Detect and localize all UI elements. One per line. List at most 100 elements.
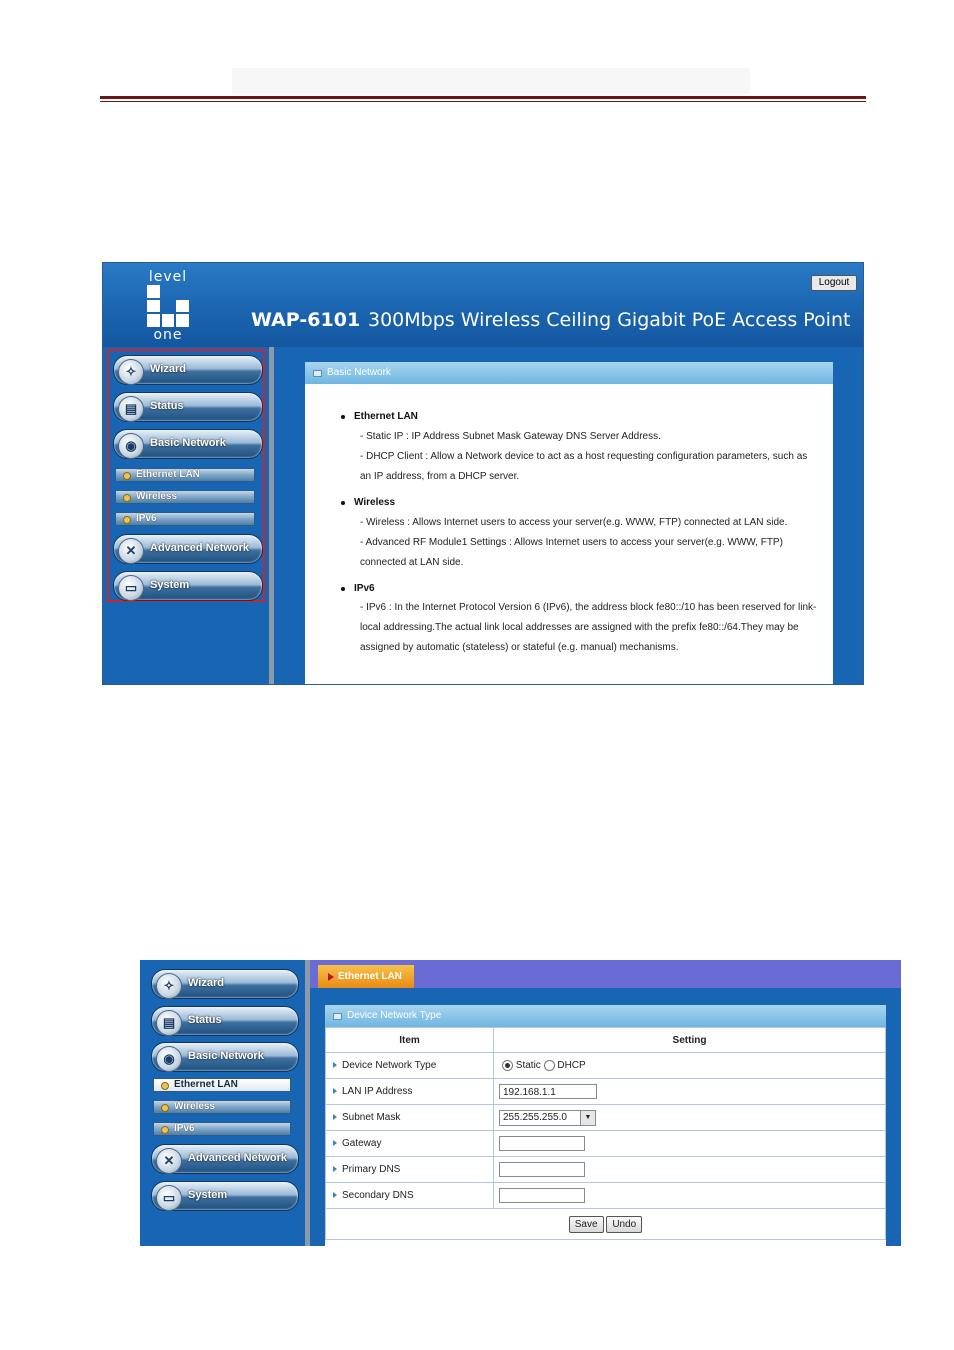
- section-line: assigned by automatic (stateless) or sta…: [360, 642, 679, 653]
- row-label: Secondary DNS: [325, 1182, 494, 1209]
- row-setting: [493, 1182, 886, 1209]
- row-label-text: Primary DNS: [342, 1164, 401, 1175]
- gateway-input[interactable]: [499, 1136, 585, 1151]
- panel-title: Device Network Type: [325, 1005, 886, 1027]
- product-tagline: 300Mbps Wireless Ceiling Gigabit PoE Acc…: [368, 309, 851, 331]
- bullet-icon: [161, 1104, 169, 1112]
- subnav-wireless[interactable]: Wireless: [153, 1100, 291, 1114]
- undo-button[interactable]: Undo: [606, 1215, 643, 1233]
- static-radio[interactable]: [502, 1059, 513, 1071]
- panel-title-text: Device Network Type: [347, 1010, 442, 1021]
- main-content: Basic Network Ethernet LAN - Static IP :…: [274, 347, 863, 684]
- nav-status[interactable]: ▤ Status: [151, 1006, 299, 1036]
- section-line: - Advanced RF Module1 Settings : Allows …: [360, 537, 783, 548]
- section-heading: IPv6: [354, 583, 375, 594]
- subnet-mask-select[interactable]: 255.255.255.0 ▼: [499, 1109, 596, 1126]
- table-row: Save Undo: [325, 1208, 886, 1240]
- logo-text-top: level: [148, 269, 188, 285]
- row-label: Gateway: [325, 1130, 494, 1157]
- basic-network-panel: Basic Network Ethernet LAN - Static IP :…: [305, 362, 833, 684]
- banner: level one WAP-6101 300Mbps Wireless Ceil…: [103, 263, 863, 347]
- section-wireless: Wireless: [341, 497, 396, 508]
- section-line: connected at LAN side.: [360, 557, 464, 568]
- arrow-icon: [333, 1166, 337, 1172]
- sidebar: ✧ Wizard ▤ Status ◉ Basic Network Ethern…: [140, 960, 310, 1246]
- nav-label: Wizard: [188, 977, 224, 989]
- logout-button[interactable]: Logout: [811, 275, 857, 291]
- nav-label: Basic Network: [150, 437, 226, 449]
- globe-icon: ◉: [118, 433, 144, 459]
- subnav-label: Wireless: [174, 1101, 216, 1112]
- section-line: an IP address, from a DHCP server.: [360, 471, 520, 482]
- table-row: Secondary DNS: [325, 1182, 886, 1209]
- sidebar: ✧ Wizard ▤ Status ◉ Basic Network Ethern…: [103, 347, 274, 684]
- save-button[interactable]: Save: [568, 1215, 604, 1233]
- nav-basic-network[interactable]: ◉ Basic Network: [151, 1042, 299, 1072]
- nav-label: Status: [188, 1014, 222, 1026]
- ethernet-lan-screenshot: ✧ Wizard ▤ Status ◉ Basic Network Ethern…: [140, 960, 901, 1246]
- header-rule: [100, 96, 866, 99]
- panel-title-text: Basic Network: [327, 367, 391, 378]
- primary-dns-input[interactable]: [499, 1162, 585, 1177]
- subnav-ethernet-lan[interactable]: Ethernet LAN: [115, 468, 255, 482]
- model-name: WAP-6101: [251, 309, 361, 331]
- subnav-wireless[interactable]: Wireless: [115, 490, 255, 504]
- column-header-item: Item: [325, 1027, 494, 1053]
- subnav-ethernet-lan[interactable]: Ethernet LAN: [153, 1078, 291, 1092]
- chart-icon: ▤: [118, 396, 144, 422]
- section-ethernet-lan: Ethernet LAN: [341, 411, 418, 422]
- section-line: - Wireless : Allows Internet users to ac…: [360, 517, 788, 528]
- nav-advanced-network[interactable]: ✕ Advanced Network: [151, 1144, 299, 1174]
- bullet-icon: [123, 494, 131, 502]
- table-row: Gateway: [325, 1130, 886, 1157]
- section-heading: Wireless: [354, 497, 396, 508]
- lan-ip-input[interactable]: 192.168.1.1: [499, 1084, 597, 1099]
- wand-icon: ✧: [118, 359, 144, 385]
- arrow-icon: [328, 973, 334, 981]
- table-row: Device Network Type Static DHCP: [325, 1052, 886, 1079]
- nav-basic-network[interactable]: ◉ Basic Network: [113, 429, 263, 459]
- bullet-icon: [161, 1082, 169, 1090]
- tools-icon: ✕: [118, 538, 144, 564]
- nav-label: System: [150, 579, 190, 591]
- tab-ethernet-lan[interactable]: Ethernet LAN: [318, 965, 414, 988]
- basic-network-screenshot: level one WAP-6101 300Mbps Wireless Ceil…: [102, 262, 864, 685]
- row-setting: [493, 1156, 886, 1183]
- row-label-text: Device Network Type: [342, 1060, 437, 1071]
- column-header-setting: Setting: [493, 1027, 886, 1053]
- static-radio-label: Static: [515, 1060, 541, 1072]
- chevron-down-icon: ▼: [580, 1110, 595, 1125]
- table-row: LAN IP Address 192.168.1.1: [325, 1078, 886, 1105]
- row-label-text: Gateway: [342, 1138, 382, 1149]
- row-label-text: Subnet Mask: [342, 1112, 401, 1123]
- wand-icon: ✧: [156, 973, 182, 999]
- subnav-ipv6[interactable]: IPv6: [115, 512, 255, 526]
- row-setting: 192.168.1.1: [493, 1078, 886, 1105]
- table-row: Primary DNS: [325, 1156, 886, 1183]
- section-line: - IPv6 : In the Internet Protocol Versio…: [360, 602, 817, 613]
- tools-icon: ✕: [156, 1148, 182, 1174]
- row-label: Device Network Type: [325, 1052, 494, 1079]
- row-setting: [493, 1130, 886, 1157]
- arrow-icon: [333, 1114, 337, 1120]
- monitor-icon: ▭: [156, 1185, 182, 1211]
- nav-advanced-network[interactable]: ✕ Advanced Network: [113, 534, 263, 564]
- secondary-dns-input[interactable]: [499, 1188, 585, 1203]
- nav-wizard[interactable]: ✧ Wizard: [151, 969, 299, 999]
- nav-system[interactable]: ▭ System: [113, 571, 263, 601]
- dhcp-radio[interactable]: [543, 1059, 555, 1071]
- page-header-box: [232, 68, 750, 94]
- nav-status[interactable]: ▤ Status: [113, 392, 263, 422]
- nav-system[interactable]: ▭ System: [151, 1181, 299, 1211]
- nav-wizard[interactable]: ✧ Wizard: [113, 355, 263, 385]
- tab-label: Ethernet LAN: [338, 971, 402, 982]
- row-label-text: LAN IP Address: [342, 1086, 413, 1097]
- subnav-ipv6[interactable]: IPv6: [153, 1122, 291, 1136]
- monitor-icon: ▭: [118, 575, 144, 601]
- subnav-label: Ethernet LAN: [136, 469, 200, 480]
- subnav-label: IPv6: [136, 513, 157, 524]
- row-label-text: Secondary DNS: [342, 1190, 414, 1201]
- nav-label: Advanced Network: [150, 542, 250, 554]
- section-heading: Ethernet LAN: [354, 411, 418, 422]
- panel-title: Basic Network: [305, 362, 833, 384]
